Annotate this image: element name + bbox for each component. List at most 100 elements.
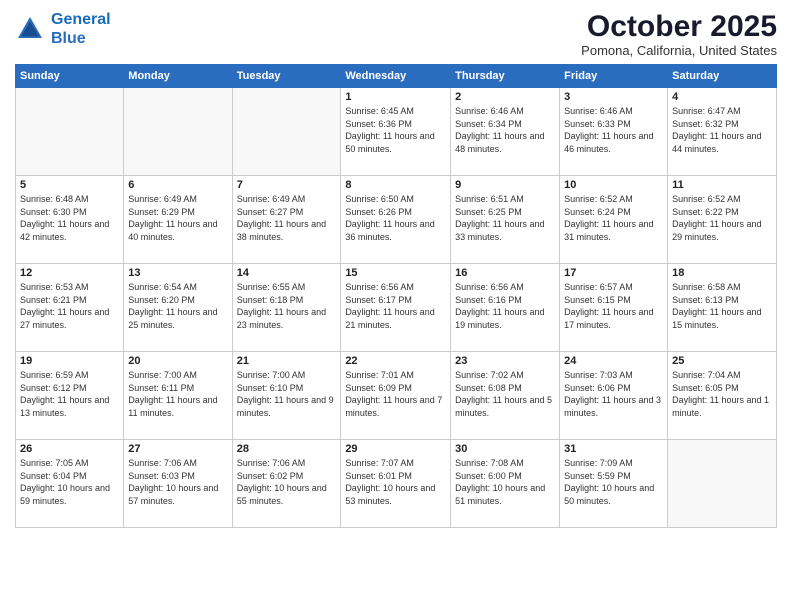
logo-text: General Blue — [51, 10, 111, 48]
calendar-cell: 2 Sunrise: 6:46 AMSunset: 6:34 PMDaylight… — [451, 88, 560, 176]
calendar-cell: 1 Sunrise: 6:45 AMSunset: 6:36 PMDaylight… — [341, 88, 451, 176]
calendar-cell: 13 Sunrise: 6:54 AMSunset: 6:20 PMDayligh… — [124, 264, 232, 352]
calendar-table: SundayMondayTuesdayWednesdayThursdayFrid… — [15, 64, 777, 528]
day-number: 18 — [672, 267, 772, 279]
calendar-cell: 19 Sunrise: 6:59 AMSunset: 6:12 PMDayligh… — [16, 352, 124, 440]
calendar-cell: 11 Sunrise: 6:52 AMSunset: 6:22 PMDayligh… — [668, 176, 777, 264]
day-info: Sunrise: 6:53 AMSunset: 6:21 PMDaylight:… — [20, 281, 119, 331]
day-number: 17 — [564, 267, 663, 279]
day-info: Sunrise: 6:46 AMSunset: 6:33 PMDaylight:… — [564, 105, 663, 155]
day-number: 13 — [128, 267, 227, 279]
calendar-header-row: SundayMondayTuesdayWednesdayThursdayFrid… — [16, 65, 777, 88]
day-number: 26 — [20, 443, 119, 455]
day-info: Sunrise: 6:47 AMSunset: 6:32 PMDaylight:… — [672, 105, 772, 155]
calendar-week-row: 5 Sunrise: 6:48 AMSunset: 6:30 PMDaylight… — [16, 176, 777, 264]
day-number: 29 — [345, 443, 446, 455]
day-number: 6 — [128, 179, 227, 191]
page: General Blue October 2025 Pomona, Califo… — [0, 0, 792, 612]
day-number: 15 — [345, 267, 446, 279]
calendar-cell: 21Sunrise: 7:00 AMSunset: 6:10 PMDayligh… — [232, 352, 341, 440]
day-info: Sunrise: 6:57 AMSunset: 6:15 PMDaylight:… — [564, 281, 663, 331]
calendar-week-row: 12Sunrise: 6:53 AMSunset: 6:21 PMDayligh… — [16, 264, 777, 352]
day-info: Sunrise: 6:45 AMSunset: 6:36 PMDaylight:… — [345, 105, 446, 155]
weekday-header: Wednesday — [341, 65, 451, 88]
day-info: Sunrise: 6:59 AMSunset: 6:12 PMDaylight:… — [20, 369, 119, 419]
header: General Blue October 2025 Pomona, Califo… — [15, 10, 777, 58]
day-info: Sunrise: 6:46 AMSunset: 6:34 PMDaylight:… — [455, 105, 555, 155]
day-number: 16 — [455, 267, 555, 279]
logo-general: General — [51, 11, 111, 28]
day-info: Sunrise: 6:51 AMSunset: 6:25 PMDaylight:… — [455, 193, 555, 243]
day-info: Sunrise: 6:54 AMSunset: 6:20 PMDaylight:… — [128, 281, 227, 331]
calendar-cell: 23 Sunrise: 7:02 AMSunset: 6:08 PMDayligh… — [451, 352, 560, 440]
calendar-cell: 25 Sunrise: 7:04 AMSunset: 6:05 PMDayligh… — [668, 352, 777, 440]
day-info: Sunrise: 7:04 AMSunset: 6:05 PMDaylight:… — [672, 369, 772, 419]
day-number: 21 — [237, 355, 337, 367]
day-info: Sunrise: 7:08 AMSunset: 6:00 PMDaylight:… — [455, 457, 555, 507]
calendar-cell: 5 Sunrise: 6:48 AMSunset: 6:30 PMDaylight… — [16, 176, 124, 264]
day-number: 14 — [237, 267, 337, 279]
calendar-week-row: 19 Sunrise: 6:59 AMSunset: 6:12 PMDayligh… — [16, 352, 777, 440]
day-info: Sunrise: 6:58 AMSunset: 6:13 PMDaylight:… — [672, 281, 772, 331]
day-info: Sunrise: 7:03 AMSunset: 6:06 PMDaylight:… — [564, 369, 663, 419]
calendar-cell: 7Sunrise: 6:49 AMSunset: 6:27 PMDaylight… — [232, 176, 341, 264]
day-info: Sunrise: 7:02 AMSunset: 6:08 PMDaylight:… — [455, 369, 555, 419]
calendar-cell: 20 Sunrise: 7:00 AMSunset: 6:11 PMDayligh… — [124, 352, 232, 440]
logo-blue: Blue — [51, 30, 86, 47]
day-info: Sunrise: 7:09 AMSunset: 5:59 PMDaylight:… — [564, 457, 663, 507]
day-number: 3 — [564, 91, 663, 103]
day-number: 1 — [345, 91, 446, 103]
day-info: Sunrise: 6:52 AMSunset: 6:24 PMDaylight:… — [564, 193, 663, 243]
calendar-cell: 27Sunrise: 7:06 AMSunset: 6:03 PMDayligh… — [124, 440, 232, 528]
title-section: October 2025 Pomona, California, United … — [581, 10, 777, 58]
calendar-cell: 12Sunrise: 6:53 AMSunset: 6:21 PMDayligh… — [16, 264, 124, 352]
day-number: 19 — [20, 355, 119, 367]
calendar-cell: 24Sunrise: 7:03 AMSunset: 6:06 PMDayligh… — [560, 352, 668, 440]
day-info: Sunrise: 6:48 AMSunset: 6:30 PMDaylight:… — [20, 193, 119, 243]
calendar-cell: 10 Sunrise: 6:52 AMSunset: 6:24 PMDayligh… — [560, 176, 668, 264]
day-number: 8 — [345, 179, 446, 191]
weekday-header: Friday — [560, 65, 668, 88]
day-info: Sunrise: 6:52 AMSunset: 6:22 PMDaylight:… — [672, 193, 772, 243]
day-number: 30 — [455, 443, 555, 455]
day-number: 20 — [128, 355, 227, 367]
day-info: Sunrise: 7:06 AMSunset: 6:02 PMDaylight:… — [237, 457, 337, 507]
calendar-cell — [16, 88, 124, 176]
month-title: October 2025 — [581, 10, 777, 43]
day-info: Sunrise: 7:00 AMSunset: 6:11 PMDaylight:… — [128, 369, 227, 419]
day-number: 2 — [455, 91, 555, 103]
calendar-cell: 4Sunrise: 6:47 AMSunset: 6:32 PMDaylight… — [668, 88, 777, 176]
day-number: 28 — [237, 443, 337, 455]
calendar-cell: 22Sunrise: 7:01 AMSunset: 6:09 PMDayligh… — [341, 352, 451, 440]
day-info: Sunrise: 6:56 AMSunset: 6:17 PMDaylight:… — [345, 281, 446, 331]
calendar-cell: 28 Sunrise: 7:06 AMSunset: 6:02 PMDayligh… — [232, 440, 341, 528]
calendar-cell: 31Sunrise: 7:09 AMSunset: 5:59 PMDayligh… — [560, 440, 668, 528]
day-number: 25 — [672, 355, 772, 367]
day-info: Sunrise: 6:49 AMSunset: 6:29 PMDaylight:… — [128, 193, 227, 243]
calendar-cell: 30 Sunrise: 7:08 AMSunset: 6:00 PMDayligh… — [451, 440, 560, 528]
calendar-cell: 6 Sunrise: 6:49 AMSunset: 6:29 PMDaylight… — [124, 176, 232, 264]
calendar-cell: 15 Sunrise: 6:56 AMSunset: 6:17 PMDayligh… — [341, 264, 451, 352]
day-info: Sunrise: 7:07 AMSunset: 6:01 PMDaylight:… — [345, 457, 446, 507]
day-number: 5 — [20, 179, 119, 191]
day-info: Sunrise: 6:56 AMSunset: 6:16 PMDaylight:… — [455, 281, 555, 331]
weekday-header: Monday — [124, 65, 232, 88]
day-number: 23 — [455, 355, 555, 367]
calendar-cell: 29 Sunrise: 7:07 AMSunset: 6:01 PMDayligh… — [341, 440, 451, 528]
calendar-cell — [232, 88, 341, 176]
calendar-cell: 14Sunrise: 6:55 AMSunset: 6:18 PMDayligh… — [232, 264, 341, 352]
day-number: 10 — [564, 179, 663, 191]
day-number: 9 — [455, 179, 555, 191]
weekday-header: Tuesday — [232, 65, 341, 88]
day-info: Sunrise: 6:49 AMSunset: 6:27 PMDaylight:… — [237, 193, 337, 243]
day-number: 22 — [345, 355, 446, 367]
calendar-cell — [668, 440, 777, 528]
calendar-cell: 3 Sunrise: 6:46 AMSunset: 6:33 PMDaylight… — [560, 88, 668, 176]
calendar-week-row: 1 Sunrise: 6:45 AMSunset: 6:36 PMDaylight… — [16, 88, 777, 176]
day-info: Sunrise: 6:50 AMSunset: 6:26 PMDaylight:… — [345, 193, 446, 243]
day-number: 11 — [672, 179, 772, 191]
day-info: Sunrise: 7:06 AMSunset: 6:03 PMDaylight:… — [128, 457, 227, 507]
calendar-cell — [124, 88, 232, 176]
day-info: Sunrise: 7:05 AMSunset: 6:04 PMDaylight:… — [20, 457, 119, 507]
calendar-cell: 8 Sunrise: 6:50 AMSunset: 6:26 PMDaylight… — [341, 176, 451, 264]
